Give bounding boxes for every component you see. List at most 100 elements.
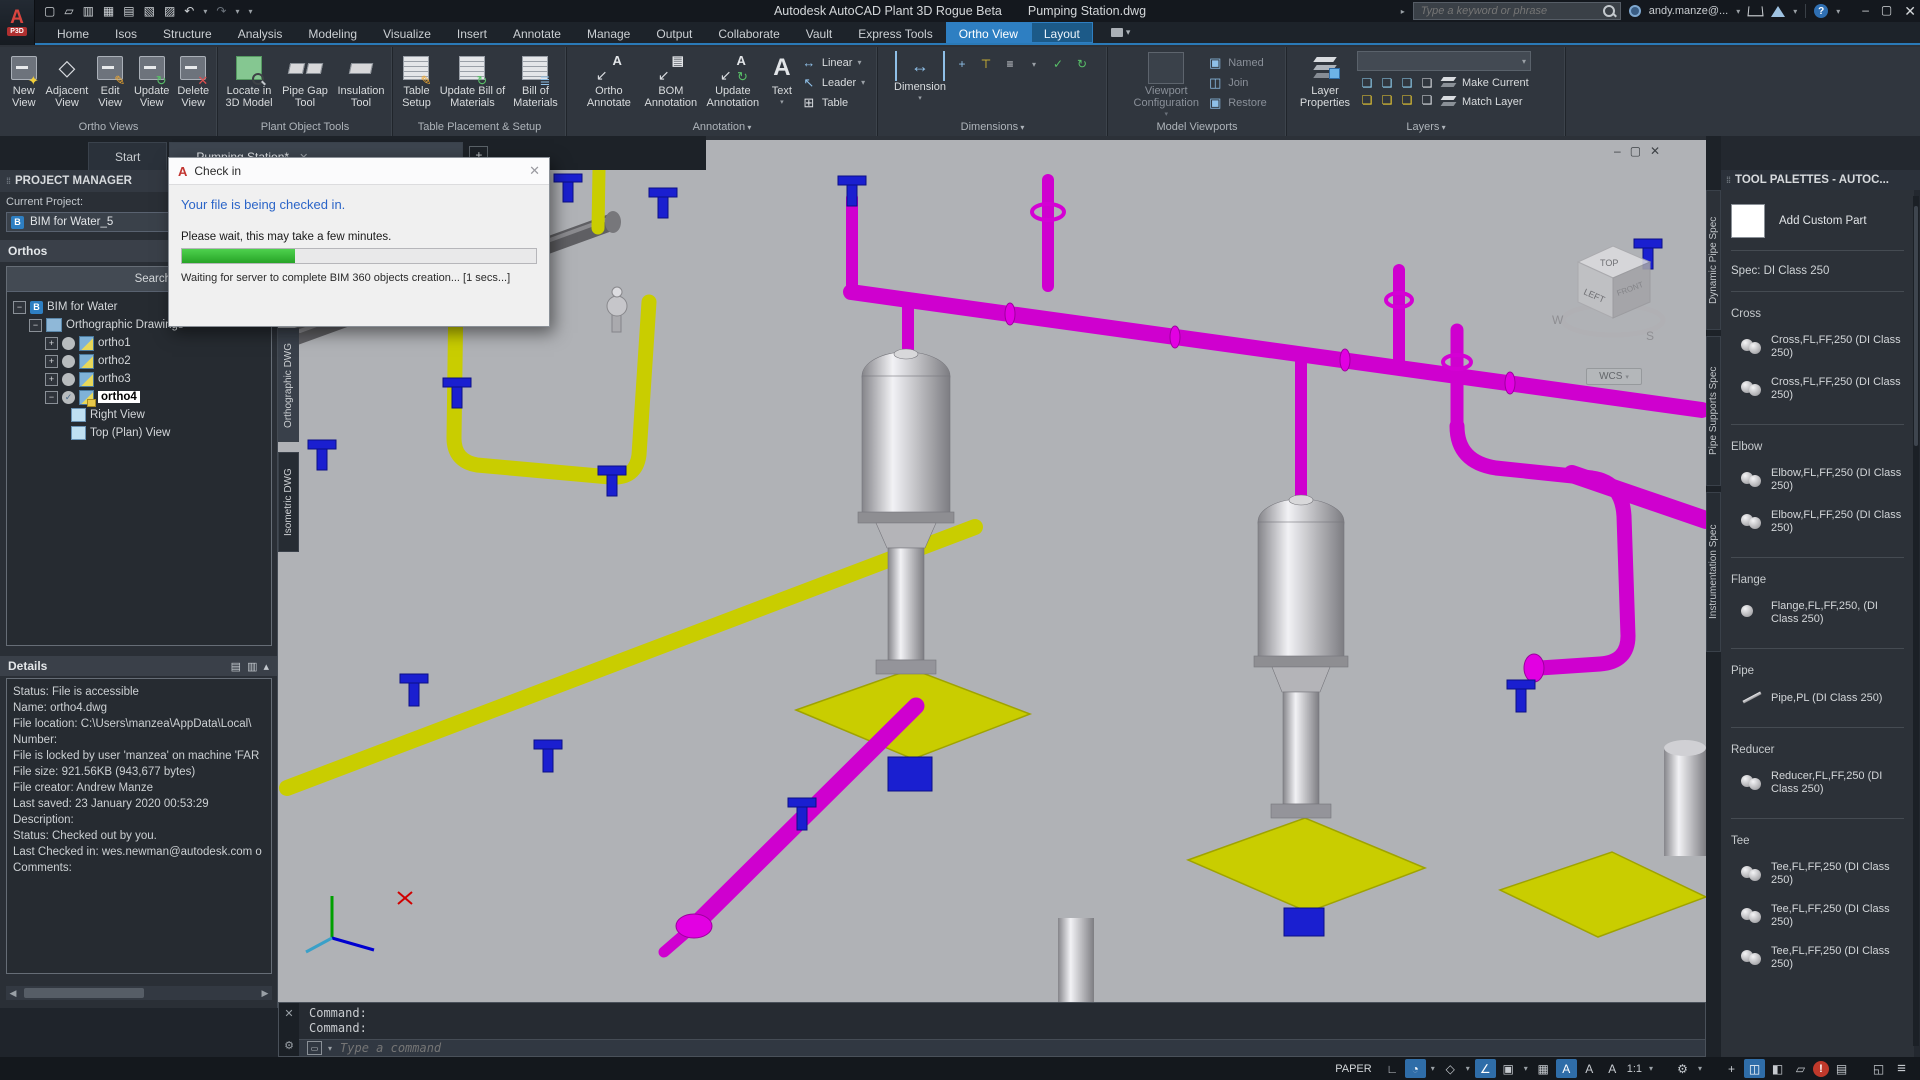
workspace-gear-icon[interactable]: ⚙: [1672, 1059, 1693, 1078]
restore-button[interactable]: ▢: [1881, 3, 1892, 20]
dim-update-icon[interactable]: ↻: [1072, 55, 1092, 73]
edit-view-button[interactable]: ✎ Edit View: [90, 51, 130, 109]
redo-caret-icon[interactable]: ▾: [235, 7, 239, 16]
tab-instrumentation-spec[interactable]: Instrumentation Spec: [1706, 492, 1721, 652]
tab-pipe-supports-spec[interactable]: Pipe Supports Spec: [1706, 336, 1721, 486]
tab-insert[interactable]: Insert: [444, 22, 500, 43]
named-viewports-button[interactable]: ▣ Named: [1207, 53, 1267, 72]
details-doc-icon[interactable]: ▤: [231, 660, 241, 673]
adjacent-view-button[interactable]: ◇ Adjacent View: [46, 51, 89, 109]
autoscale-icon[interactable]: A: [1579, 1059, 1600, 1078]
tool-elbow-2[interactable]: Elbow,FL,FF,250 (DI Class 250): [1741, 505, 1904, 539]
wcs-dropdown[interactable]: WCS: [1586, 368, 1642, 385]
expander-icon[interactable]: −: [45, 391, 58, 404]
tree-item-ortho3[interactable]: + ortho3: [13, 370, 267, 388]
tab-isos[interactable]: Isos: [102, 22, 150, 43]
panel-label-dimensions[interactable]: Dimensions: [878, 121, 1107, 136]
tool-tee-1[interactable]: Tee,FL,FF,250 (DI Class 250): [1741, 857, 1904, 891]
tab-orthographic-dwg[interactable]: Orthographic DWG: [278, 328, 299, 442]
isodraft-caret-icon[interactable]: ▾: [1463, 1059, 1473, 1078]
autodesk-a360-icon[interactable]: [1771, 6, 1785, 17]
isodraft-icon[interactable]: ◇: [1440, 1059, 1461, 1078]
paper-space-label[interactable]: PAPER: [1335, 1063, 1371, 1075]
table-setup-button[interactable]: ✎ Table Setup: [397, 51, 436, 109]
viewport-minimize-icon[interactable]: –: [1614, 144, 1621, 158]
layer-properties-button[interactable]: Layer Properties: [1295, 51, 1355, 109]
tree-item-ortho2[interactable]: + ortho2: [13, 352, 267, 370]
isolate-objects-icon[interactable]: ◫: [1744, 1059, 1765, 1078]
add-custom-part-button[interactable]: Add Custom Part: [1731, 200, 1904, 250]
horizontal-scrollbar[interactable]: ◀ ▶: [6, 986, 272, 1000]
osnap-tracking-icon[interactable]: ∠: [1475, 1059, 1496, 1078]
search-collapse-icon[interactable]: ▸: [1401, 7, 1405, 16]
tab-vault[interactable]: Vault: [793, 22, 845, 43]
tool-tee-3[interactable]: Tee,FL,FF,250 (DI Class 250): [1741, 941, 1904, 975]
insulation-tool-button[interactable]: Insulation Tool: [334, 51, 388, 109]
bom-button[interactable]: ≣ Bill of Materials: [509, 51, 562, 109]
panel-label-layers[interactable]: Layers: [1287, 121, 1565, 136]
details-refresh-icon[interactable]: ▥: [247, 660, 257, 673]
hardware-acceleration-icon[interactable]: ◧: [1767, 1059, 1788, 1078]
tool-elbow-1[interactable]: Elbow,FL,FF,250 (DI Class 250): [1741, 463, 1904, 497]
dim-chain-caret-icon[interactable]: ▾: [1024, 55, 1044, 73]
update-bom-button[interactable]: ↻ Update Bill of Materials: [438, 51, 507, 109]
pipe-gap-tool-button[interactable]: Pipe Gap Tool: [278, 51, 332, 109]
command-input-row[interactable]: ▭ ▾: [299, 1039, 1705, 1056]
compass-west-label[interactable]: W: [1552, 313, 1564, 327]
palette-grip-icon[interactable]: ⁞⁞: [6, 176, 10, 186]
check-in-icon[interactable]: ▤: [123, 4, 134, 18]
make-current-button[interactable]: Make Current: [1441, 75, 1529, 91]
ribbon-display-toggle[interactable]: ▾: [1103, 22, 1139, 43]
undo-icon[interactable]: ↶: [184, 4, 194, 18]
tree-item-ortho4[interactable]: − ✓ ortho4: [13, 388, 267, 406]
viewport-configuration-button[interactable]: Viewport Configuration ▾: [1127, 51, 1205, 121]
annotation-scale-value[interactable]: 1:1: [1625, 1063, 1644, 1075]
tool-palettes-header[interactable]: ⁞⁞ TOOL PALETTES - AUTOC...: [1721, 170, 1920, 190]
undo-caret-icon[interactable]: ▾: [203, 7, 207, 16]
help-icon[interactable]: ?: [1814, 4, 1828, 18]
tree-item-right-view[interactable]: Right View: [13, 406, 267, 424]
tab-home[interactable]: Home: [44, 22, 102, 43]
restore-viewports-button[interactable]: ▣ Restore: [1207, 93, 1267, 112]
tree-item-ortho1[interactable]: + ortho1: [13, 334, 267, 352]
details-collapse-icon[interactable]: ▴: [263, 660, 269, 673]
minimize-button[interactable]: –: [1862, 3, 1869, 20]
tool-cross-2[interactable]: Cross,FL,FF,250 (DI Class 250): [1741, 372, 1904, 406]
selection-cycling-icon[interactable]: ▦: [1533, 1059, 1554, 1078]
command-close-icon[interactable]: ✕: [284, 1007, 293, 1020]
tool-cross-1[interactable]: Cross,FL,FF,250 (DI Class 250): [1741, 330, 1904, 364]
polar-caret-icon[interactable]: ▾: [1428, 1059, 1438, 1078]
join-viewports-button[interactable]: ◫ Join: [1207, 73, 1267, 92]
command-caret-icon[interactable]: ▾: [328, 1044, 332, 1053]
app-store-cart-icon[interactable]: [1748, 6, 1764, 16]
help-search-box[interactable]: [1413, 2, 1621, 20]
user-caret-icon[interactable]: ▾: [1736, 7, 1740, 16]
clean-screen-icon[interactable]: ◱: [1868, 1059, 1889, 1078]
signin-username[interactable]: andy.manze@...: [1649, 5, 1728, 17]
open-file-icon[interactable]: ▱: [64, 4, 73, 18]
tab-modeling[interactable]: Modeling: [295, 22, 370, 43]
ortho-mode-icon[interactable]: ∟: [1382, 1059, 1403, 1078]
dialog-title-bar[interactable]: A Check in ✕: [169, 158, 549, 185]
ortho-annotate-button[interactable]: A↙ Ortho Annotate: [579, 51, 639, 109]
layer-off-icon[interactable]: ❏: [1417, 74, 1437, 91]
expander-icon[interactable]: −: [29, 319, 42, 332]
annotation-scale-icon[interactable]: A: [1602, 1059, 1623, 1078]
expander-icon[interactable]: +: [45, 355, 58, 368]
table-button[interactable]: ⊞ Table: [801, 93, 865, 112]
tree-item-top-plan-view[interactable]: Top (Plan) View: [13, 424, 267, 442]
tab-structure[interactable]: Structure: [150, 22, 225, 43]
tab-dynamic-pipe-spec[interactable]: Dynamic Pipe Spec: [1706, 190, 1721, 330]
scroll-right-icon[interactable]: ▶: [258, 988, 272, 999]
compass-south-label[interactable]: S: [1646, 329, 1654, 343]
tab-annotate[interactable]: Annotate: [500, 22, 574, 43]
tab-collaborate[interactable]: Collaborate: [705, 22, 792, 43]
expander-icon[interactable]: +: [45, 337, 58, 350]
workspace-caret-icon[interactable]: ▾: [1695, 1059, 1705, 1078]
panel-label-plant-object-tools[interactable]: Plant Object Tools: [218, 121, 392, 136]
delete-view-button[interactable]: ✕ Delete View: [173, 51, 213, 109]
new-view-button[interactable]: ✦ New View: [4, 51, 44, 109]
save-as-icon[interactable]: ▦: [103, 4, 114, 18]
annotation-visibility-icon[interactable]: A: [1556, 1059, 1577, 1078]
dim-chain-icon[interactable]: ≡: [1000, 55, 1020, 73]
